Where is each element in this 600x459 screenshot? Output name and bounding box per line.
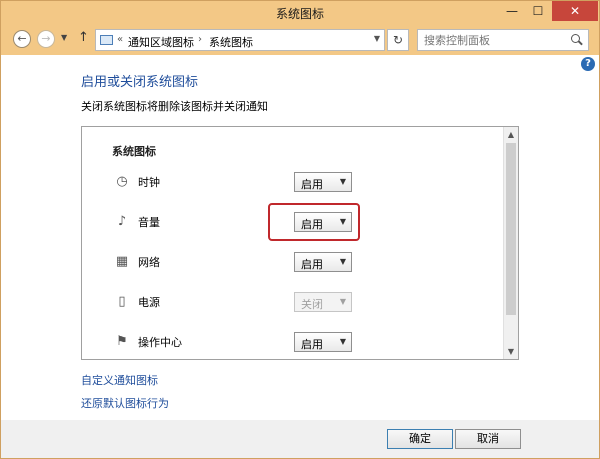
control-panel-window: 系统图标 — ☐ ✕ ← → ▼ ↑ « 通知区域图标 › 系统图标 ▼ ↻ ?…: [0, 0, 600, 459]
scroll-thumb[interactable]: [506, 143, 516, 315]
page-description: 关闭系统图标将删除该图标并关闭通知: [81, 100, 268, 113]
power-behavior-select: 关闭 ▼: [294, 292, 352, 312]
search-input[interactable]: [424, 33, 564, 47]
select-value: 启用: [301, 178, 323, 191]
chevron-down-icon: ▼: [339, 337, 346, 346]
row-label: 时钟: [138, 176, 160, 189]
address-dropdown-icon[interactable]: ▼: [374, 34, 380, 43]
scroll-up-icon[interactable]: ▲: [504, 127, 518, 142]
action-center-behavior-select[interactable]: 启用 ▼: [294, 332, 352, 352]
speaker-icon: ♪: [117, 214, 127, 229]
close-button[interactable]: ✕: [552, 1, 598, 21]
chevron-down-icon: ▼: [339, 297, 346, 306]
row-label: 电源: [138, 296, 160, 309]
chevron-down-icon: ▼: [339, 257, 346, 266]
address-overflow-chevron[interactable]: «: [117, 34, 123, 45]
system-icons-panel: 系统图标 ◷ 时钟 启用 ▼ ♪ 音量 启用 ▼ ▦ 网络 启用 ▼ ▯ 电源 …: [81, 126, 519, 360]
minimize-button[interactable]: —: [499, 1, 525, 21]
select-value: 关闭: [301, 298, 323, 311]
recent-locations-dropdown-icon[interactable]: ▼: [61, 33, 67, 42]
list-item-clock: ◷ 时钟 启用 ▼: [82, 170, 502, 194]
flag-icon: ⚑: [116, 334, 128, 349]
breadcrumb-system-icons[interactable]: 系统图标: [209, 34, 253, 50]
ok-button[interactable]: 确定: [387, 429, 453, 449]
back-button[interactable]: ←: [13, 30, 31, 48]
list-item-power: ▯ 电源 关闭 ▼: [82, 290, 502, 314]
cancel-button[interactable]: 取消: [455, 429, 521, 449]
navigation-bar: ← → ▼ ↑ « 通知区域图标 › 系统图标 ▼ ↻: [1, 25, 599, 55]
network-icon: ▦: [115, 254, 129, 269]
scrollbar[interactable]: ▲ ▼: [503, 127, 518, 359]
panel-heading: 系统图标: [112, 145, 156, 158]
chevron-down-icon: ▼: [339, 177, 346, 186]
highlight-box: [268, 203, 360, 241]
up-button[interactable]: ↑: [78, 30, 89, 45]
refresh-button[interactable]: ↻: [387, 29, 409, 51]
breadcrumb-separator[interactable]: ›: [198, 34, 202, 45]
row-label: 网络: [138, 256, 160, 269]
list-item-action-center: ⚑ 操作中心 启用 ▼: [82, 330, 502, 354]
maximize-button[interactable]: ☐: [525, 1, 551, 21]
row-label: 音量: [138, 216, 160, 229]
main-content: ? 启用或关闭系统图标 关闭系统图标将删除该图标并关闭通知 系统图标 ◷ 时钟 …: [1, 55, 599, 420]
search-icon[interactable]: [571, 34, 580, 43]
network-behavior-select[interactable]: 启用 ▼: [294, 252, 352, 272]
breadcrumb-notification-area-icons[interactable]: 通知区域图标: [128, 34, 194, 50]
help-icon[interactable]: ?: [581, 57, 595, 71]
battery-icon: ▯: [118, 294, 126, 309]
search-box[interactable]: [417, 29, 589, 51]
address-bar[interactable]: « 通知区域图标 › 系统图标 ▼: [95, 29, 385, 51]
select-value: 启用: [301, 338, 323, 351]
control-panel-icon: [100, 35, 113, 45]
scroll-down-icon[interactable]: ▼: [504, 344, 518, 359]
list-item-network: ▦ 网络 启用 ▼: [82, 250, 502, 274]
forward-button[interactable]: →: [37, 30, 55, 48]
row-label: 操作中心: [138, 336, 182, 349]
clock-behavior-select[interactable]: 启用 ▼: [294, 172, 352, 192]
customize-notification-icons-link[interactable]: 自定义通知图标: [81, 372, 158, 388]
title-bar: 系统图标 — ☐ ✕: [1, 1, 599, 25]
clock-icon: ◷: [116, 174, 128, 189]
page-title: 启用或关闭系统图标: [81, 75, 199, 90]
dialog-footer: 确定 取消: [1, 420, 599, 458]
restore-default-icon-behaviors-link[interactable]: 还原默认图标行为: [81, 395, 169, 411]
select-value: 启用: [301, 258, 323, 271]
